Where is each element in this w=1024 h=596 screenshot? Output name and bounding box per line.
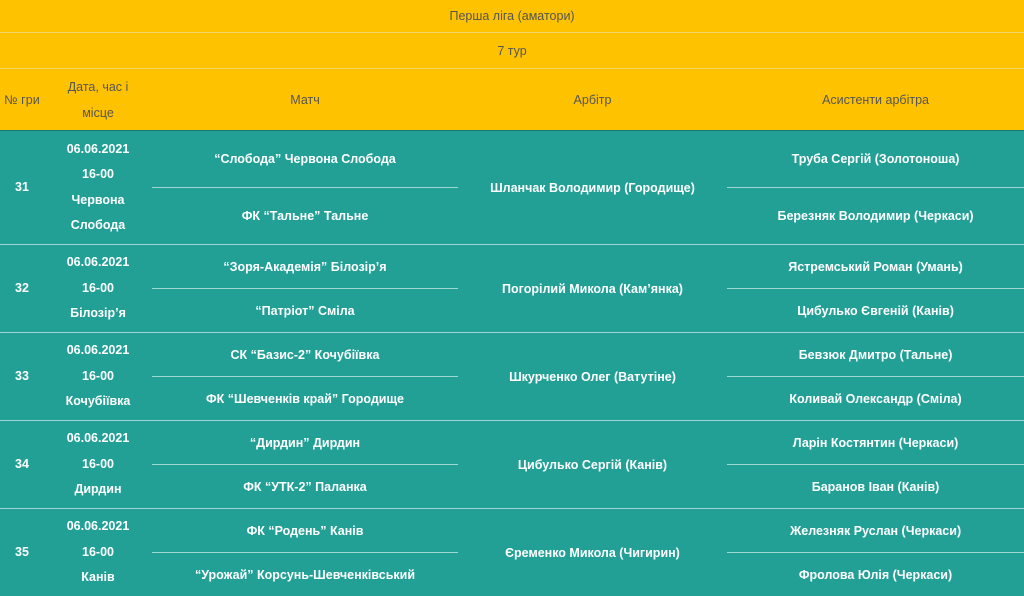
header-date: Дата, час і місце — [44, 69, 152, 131]
game-date: 06.06.2021 — [44, 338, 152, 364]
round-row: 7 тур — [0, 33, 1024, 69]
schedule-table: Перша ліга (аматори) 7 тур № гри Дата, ч… — [0, 0, 1024, 596]
game-number: 34 — [0, 421, 44, 509]
game-row: 34 06.06.2021 16-00 Дирдин “Дирдин” Дирд… — [0, 421, 1024, 465]
away-team: “Патріот” Сміла — [152, 289, 458, 333]
referee: Шланчак Володимир (Городище) — [458, 131, 727, 245]
game-row: 33 06.06.2021 16-00 Кочубіївка СК “Базис… — [0, 333, 1024, 377]
away-team: ФК “Тальне” Тальне — [152, 188, 458, 245]
referee: Єременко Микола (Чигирин) — [458, 509, 727, 596]
referee: Шкурченко Олег (Ватутіне) — [458, 333, 727, 421]
game-date: 06.06.2021 — [44, 426, 152, 452]
game-time: 16-00 — [44, 452, 152, 478]
league-row: Перша ліга (аматори) — [0, 0, 1024, 33]
assistant-1: Ястремський Роман (Умань) — [727, 245, 1024, 289]
game-place: Дирдин — [44, 477, 152, 503]
home-team: “Слобода” Червона Слобода — [152, 131, 458, 188]
game-date: 06.06.2021 — [44, 137, 152, 163]
assistant-1: Труба Сергій (Золотоноша) — [727, 131, 1024, 188]
game-number: 35 — [0, 509, 44, 596]
game-time: 16-00 — [44, 162, 152, 188]
game-place: Білозір’я — [44, 301, 152, 327]
game-row: 31 06.06.2021 16-00 Червона Слобода “Сло… — [0, 131, 1024, 188]
away-team: “Урожай” Корсунь-Шевченківський — [152, 553, 458, 596]
game-time: 16-00 — [44, 540, 152, 566]
game-date-place: 06.06.2021 16-00 Білозір’я — [44, 245, 152, 333]
game-date-place: 06.06.2021 16-00 Кочубіївка — [44, 333, 152, 421]
assistant-2: Коливай Олександр (Сміла) — [727, 377, 1024, 421]
game-date-place: 06.06.2021 16-00 Червона Слобода — [44, 131, 152, 245]
referee: Погорілий Микола (Кам’янка) — [458, 245, 727, 333]
game-number: 31 — [0, 131, 44, 245]
header-match: Матч — [152, 69, 458, 131]
away-team: ФК “УТК-2” Паланка — [152, 465, 458, 509]
assistant-2: Березняк Володимир (Черкаси) — [727, 188, 1024, 245]
game-place: Канів — [44, 565, 152, 591]
assistant-2: Баранов Іван (Канів) — [727, 465, 1024, 509]
home-team: “Зоря-Академія” Білозір’я — [152, 245, 458, 289]
game-date: 06.06.2021 — [44, 514, 152, 540]
header-row: № гри Дата, час і місце Матч Арбітр Асис… — [0, 69, 1024, 131]
assistant-1: Ларін Костянтин (Черкаси) — [727, 421, 1024, 465]
game-place: Червона Слобода — [44, 188, 152, 239]
away-team: ФК “Шевченків край” Городище — [152, 377, 458, 421]
referee: Цибулько Сергій (Канів) — [458, 421, 727, 509]
assistant-1: Бевзюк Дмитро (Тальне) — [727, 333, 1024, 377]
game-date-place: 06.06.2021 16-00 Дирдин — [44, 421, 152, 509]
home-team: СК “Базис-2” Кочубіївка — [152, 333, 458, 377]
game-place: Кочубіївка — [44, 389, 152, 415]
header-assistants: Асистенти арбітра — [727, 69, 1024, 131]
assistant-2: Цибулько Євгеній (Канів) — [727, 289, 1024, 333]
game-date: 06.06.2021 — [44, 250, 152, 276]
game-number: 33 — [0, 333, 44, 421]
game-time: 16-00 — [44, 364, 152, 390]
header-num: № гри — [0, 69, 44, 131]
game-row: 32 06.06.2021 16-00 Білозір’я “Зоря-Акад… — [0, 245, 1024, 289]
game-number: 32 — [0, 245, 44, 333]
home-team: ФК “Родень” Канів — [152, 509, 458, 553]
game-date-place: 06.06.2021 16-00 Канів — [44, 509, 152, 596]
game-row: 35 06.06.2021 16-00 Канів ФК “Родень” Ка… — [0, 509, 1024, 553]
assistant-2: Фролова Юлія (Черкаси) — [727, 553, 1024, 596]
home-team: “Дирдин” Дирдин — [152, 421, 458, 465]
header-referee: Арбітр — [458, 69, 727, 131]
round-title: 7 тур — [0, 33, 1024, 69]
assistant-1: Железняк Руслан (Черкаси) — [727, 509, 1024, 553]
game-time: 16-00 — [44, 276, 152, 302]
league-title: Перша ліга (аматори) — [0, 0, 1024, 33]
